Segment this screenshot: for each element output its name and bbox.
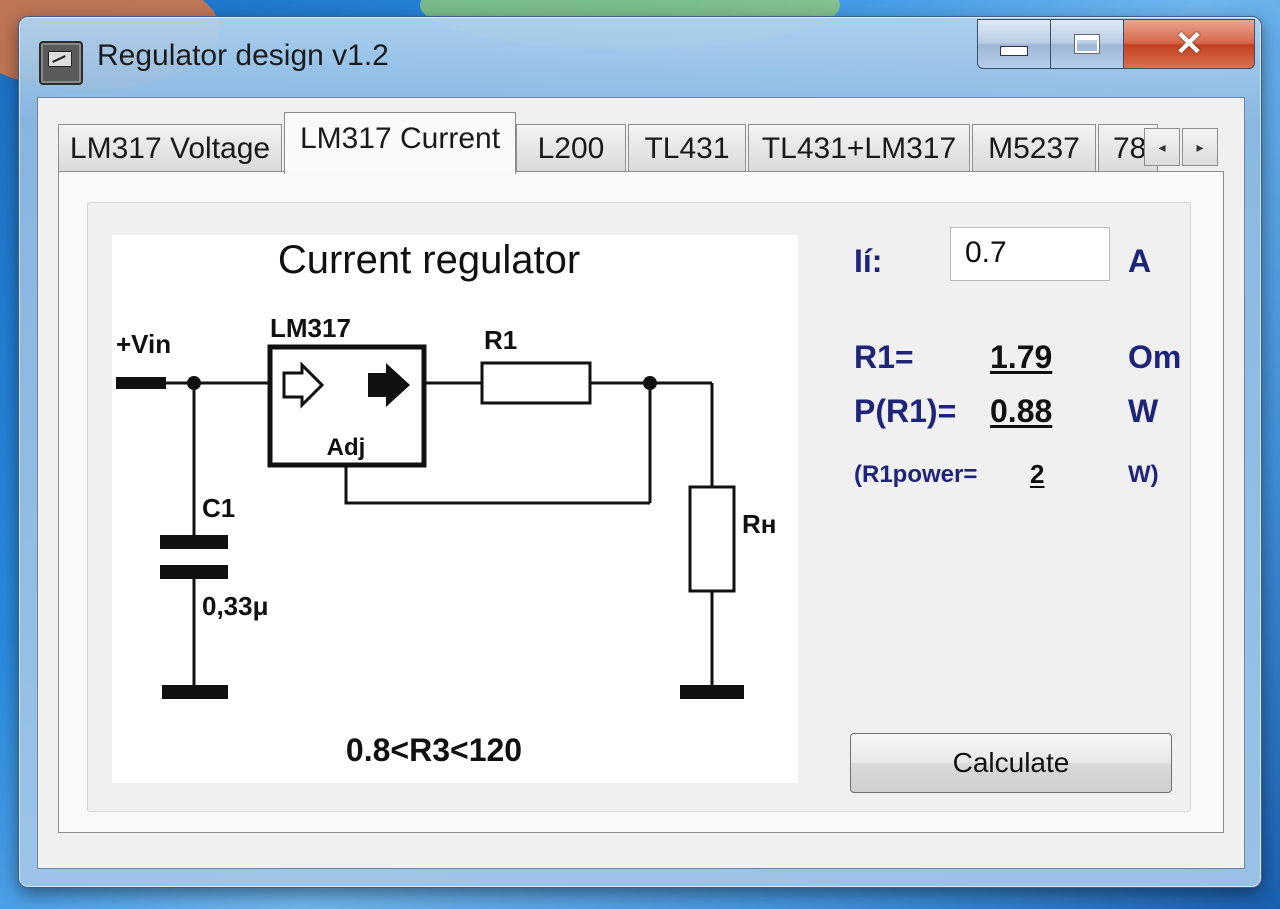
tab-lm317-voltage[interactable]: LM317 Voltage: [58, 124, 282, 172]
window-controls: ✕: [977, 19, 1255, 69]
tab-scroll-left-button[interactable]: ◂: [1144, 128, 1180, 166]
ic-label: LM317: [270, 313, 351, 343]
power-result-label: P(R1)=: [854, 393, 957, 429]
rload-label: Rн: [742, 509, 776, 539]
current-label: Ií:: [854, 243, 883, 279]
client-area: LM317 Voltage LM317 Current L200 TL431 T…: [37, 97, 1245, 869]
tab-tl431[interactable]: TL431: [628, 124, 746, 172]
ground-symbol: [680, 685, 744, 699]
tab-panel: Current regulator +Vin C1 0,33μ LM317 Ad…: [58, 171, 1224, 833]
r1-result-value: 1.79: [990, 339, 1053, 375]
adj-feedback-wire: [344, 467, 650, 505]
capacitor-plate: [160, 565, 228, 579]
r1power-unit: W): [1128, 461, 1159, 488]
tab-strip: LM317 Voltage LM317 Current L200 TL431 T…: [58, 112, 1224, 174]
resistance-range: 0.8<R3<120: [346, 732, 522, 768]
tab-lm317-current[interactable]: LM317 Current: [284, 112, 516, 174]
window-title: Regulator design v1.2: [97, 39, 389, 72]
maximize-button[interactable]: [1051, 19, 1124, 69]
app-window: Regulator design v1.2 ✕ LM317 Voltage LM…: [18, 16, 1262, 888]
r1-resistor: [480, 361, 592, 405]
tab-l200[interactable]: L200: [516, 124, 626, 172]
current-unit: A: [1128, 243, 1152, 279]
current-input[interactable]: 0.7: [950, 227, 1110, 281]
c1-value: 0,33μ: [202, 591, 269, 621]
c1-label: C1: [202, 493, 235, 523]
minimize-icon: [1000, 46, 1028, 56]
r1-label: R1: [484, 325, 517, 355]
tab-tl431-lm317[interactable]: TL431+LM317: [748, 124, 970, 172]
load-resistor: [688, 485, 736, 593]
close-button[interactable]: ✕: [1124, 19, 1255, 69]
power-result-unit: W: [1128, 393, 1159, 429]
r1power-value: 2: [1030, 459, 1045, 489]
minimize-button[interactable]: [977, 19, 1051, 69]
power-result-value: 0.88: [990, 393, 1053, 429]
r1-result-unit: Om: [1128, 339, 1182, 375]
calculate-button[interactable]: Calculate: [850, 733, 1172, 793]
calculation-group: Current regulator +Vin C1 0,33μ LM317 Ad…: [87, 202, 1191, 812]
r1power-label: (R1power=: [854, 461, 978, 488]
close-icon: ✕: [1174, 25, 1204, 63]
tab-m5237[interactable]: M5237: [972, 124, 1096, 172]
capacitor-plate: [160, 535, 228, 549]
title-bar[interactable]: Regulator design v1.2 ✕: [19, 17, 1261, 95]
schematic-title: Current regulator: [278, 238, 580, 282]
adj-label: Adj: [327, 434, 366, 461]
app-icon[interactable]: [39, 41, 83, 85]
r1-result-label: R1=: [854, 339, 914, 375]
maximize-icon: [1074, 34, 1100, 54]
tab-scroll-right-button[interactable]: ▸: [1182, 128, 1218, 166]
circuit-schematic: Current regulator +Vin C1 0,33μ LM317 Ad…: [112, 235, 798, 783]
vin-terminal: [116, 377, 166, 389]
ground-symbol: [162, 685, 228, 699]
vin-label: +Vin: [116, 329, 171, 359]
